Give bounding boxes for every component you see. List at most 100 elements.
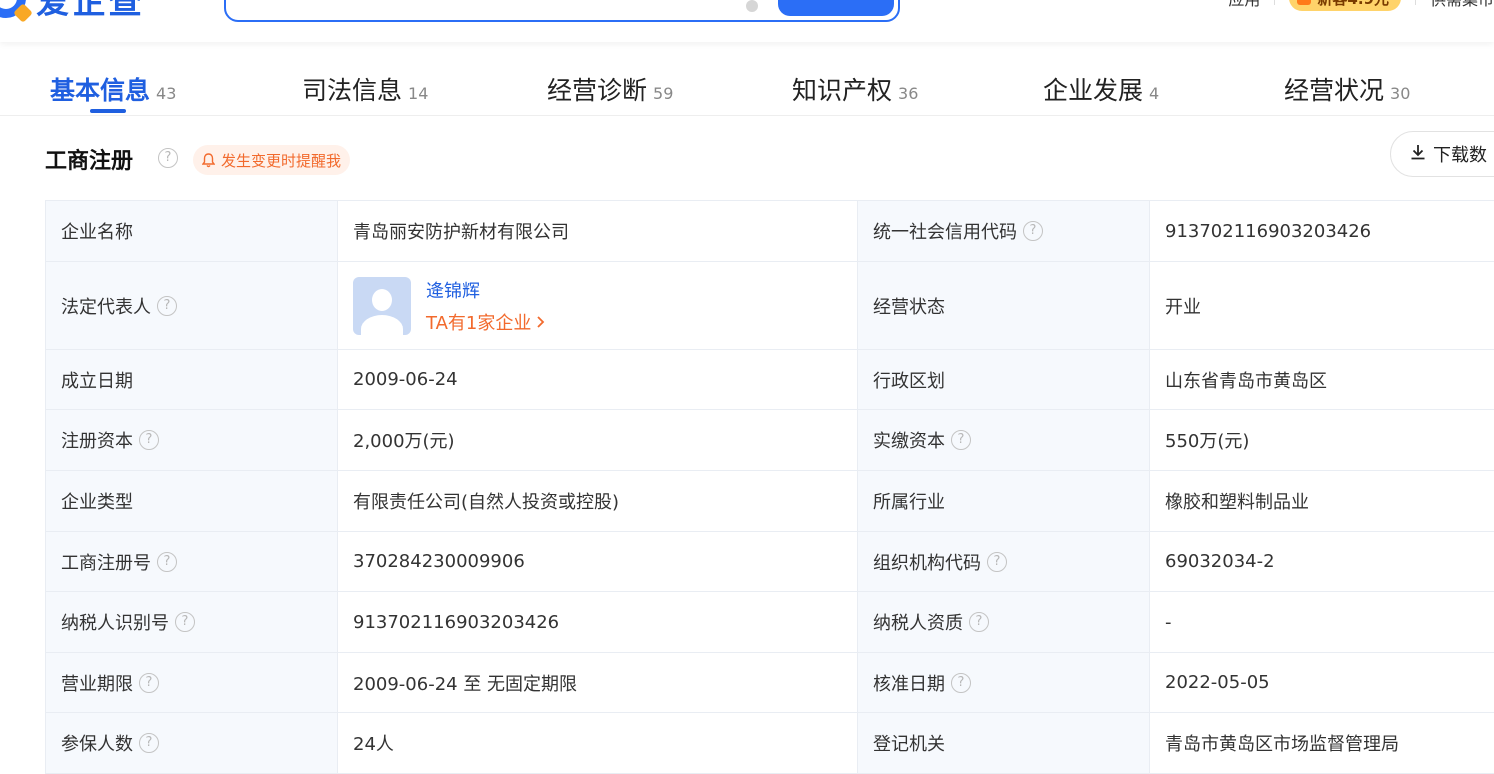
credit-code-value: 91370211690320342​6 xyxy=(1150,201,1494,262)
cell-label: 参保人数? xyxy=(46,713,338,774)
top-header: 爱企查 应用 新客4.9元 供需集市 xyxy=(0,0,1494,42)
company-name-value: 青岛丽安防护新材有限公司 xyxy=(338,201,858,262)
cell-label: 实缴资本? xyxy=(858,410,1150,471)
cell-label: 工商注册号? xyxy=(46,532,338,592)
tab-label: 知识产权 xyxy=(792,71,892,107)
table-row: 法定代表人? 逄锦辉 TA有1家企业 经营状态 开业 xyxy=(46,262,1494,350)
change-alert-button[interactable]: 发生变更时提醒我 xyxy=(193,145,350,175)
cell-label: 统一社会信用代码? xyxy=(858,201,1150,262)
cell-value: 69032034-2 xyxy=(1150,532,1494,592)
tab-judicial-info[interactable]: 司法信息 14 xyxy=(302,71,428,107)
alert-label: 发生变更时提醒我 xyxy=(221,150,341,171)
tab-count: 59 xyxy=(653,84,673,103)
tab-label: 经营状况 xyxy=(1284,71,1384,107)
active-tab-indicator xyxy=(90,109,126,113)
help-icon[interactable]: ? xyxy=(139,733,159,753)
chevron-right-icon xyxy=(536,315,545,329)
cell-value: 2009-06-24 xyxy=(338,350,858,410)
promo-badge[interactable]: 新客4.9元 xyxy=(1289,0,1401,11)
help-icon[interactable]: ? xyxy=(1023,221,1043,241)
table-row: 企业名称 青岛丽安防护新材有限公司 统一社会信用代码? 913702116903… xyxy=(46,201,1494,262)
legal-rep-cell: 逄锦辉 TA有1家企业 xyxy=(338,262,858,350)
table-row: 纳税人识别号? 913702116903203426 纳税人资质? - xyxy=(46,592,1494,653)
cell-label: 成立日期 xyxy=(46,350,338,410)
table-row: 成立日期 2009-06-24 行政区划 山东省青岛市黄岛区 xyxy=(46,350,1494,410)
cell-value: - xyxy=(1150,592,1494,653)
table-row: 工商注册号? 370284230009906 组织机构代码? 69032034-… xyxy=(46,532,1494,592)
divider xyxy=(1415,0,1416,5)
cell-label: 企业类型 xyxy=(46,471,338,532)
download-label: 下载数 xyxy=(1433,141,1487,167)
cell-value: 2,000万(元) xyxy=(338,410,858,471)
cell-label: 企业名称 xyxy=(46,201,338,262)
help-icon[interactable]: ? xyxy=(951,430,971,450)
cell-label: 营业期限? xyxy=(46,653,338,713)
tab-count: 36 xyxy=(898,84,918,103)
cell-value: 山东省青岛市黄岛区 xyxy=(1150,350,1494,410)
table-row: 企业类型 有限责任公司(自然人投资或控股) 所属行业 橡胶和塑料制品业 xyxy=(46,471,1494,532)
cell-value: 24人 xyxy=(338,713,858,774)
status-value: 开业 xyxy=(1150,262,1494,350)
tab-count: 14 xyxy=(408,84,428,103)
cell-label: 组织机构代码? xyxy=(858,532,1150,592)
download-button[interactable]: 下载数 xyxy=(1390,131,1494,177)
cell-label: 核准日期? xyxy=(858,653,1150,713)
help-icon[interactable]: ? xyxy=(987,552,1007,572)
section-title: 工商注册 xyxy=(45,143,133,175)
tab-basic-info[interactable]: 基本信息 43 xyxy=(50,71,176,107)
help-icon[interactable]: ? xyxy=(139,430,159,450)
tab-count: 43 xyxy=(156,84,176,103)
avatar[interactable] xyxy=(353,277,411,335)
promo-label: 新客4.9元 xyxy=(1317,0,1389,9)
cell-value: 370284230009906 xyxy=(338,532,858,592)
cell-value: 913702116903203426 xyxy=(338,592,858,653)
tab-count: 30 xyxy=(1390,84,1410,103)
gift-icon xyxy=(1297,0,1311,5)
cell-value: 青岛市黄岛区市场监督管理局 xyxy=(1150,713,1494,774)
search-box[interactable] xyxy=(224,0,900,22)
nav-link-apps[interactable]: 应用 xyxy=(1228,0,1260,10)
download-icon xyxy=(1409,143,1427,166)
help-icon[interactable]: ? xyxy=(157,552,177,572)
cell-value: 有限责任公司(自然人投资或控股) xyxy=(338,471,858,532)
logo-icon xyxy=(0,0,26,18)
tab-count: 4 xyxy=(1149,84,1159,103)
divider xyxy=(1274,0,1275,5)
site-logo[interactable]: 爱企查 xyxy=(0,0,144,18)
help-icon[interactable]: ? xyxy=(969,612,989,632)
clear-icon[interactable] xyxy=(746,0,758,12)
table-row: 参保人数? 24人 登记机关 青岛市黄岛区市场监督管理局 xyxy=(46,713,1494,774)
cell-label: 注册资本? xyxy=(46,410,338,471)
cell-label: 登记机关 xyxy=(858,713,1150,774)
tab-business-diagnosis[interactable]: 经营诊断 59 xyxy=(547,71,673,107)
nav-link-market[interactable]: 供需集市 xyxy=(1430,0,1494,10)
detail-tabs: 基本信息 43 司法信息 14 经营诊断 59 知识产权 36 企业发展 4 经… xyxy=(0,42,1494,116)
help-icon[interactable]: ? xyxy=(157,296,177,316)
tab-operation-status[interactable]: 经营状况 30 xyxy=(1284,71,1410,107)
tab-development[interactable]: 企业发展 4 xyxy=(1043,71,1159,107)
help-icon[interactable]: ? xyxy=(175,612,195,632)
table-row: 营业期限? 2009-06-24 至 无固定期限 核准日期? 2022-05-0… xyxy=(46,653,1494,713)
tab-label: 经营诊断 xyxy=(547,71,647,107)
top-right-nav: 应用 新客4.9元 供需集市 xyxy=(1228,0,1494,10)
cell-label: 行政区划 xyxy=(858,350,1150,410)
cell-label: 所属行业 xyxy=(858,471,1150,532)
cell-label: 经营状态 xyxy=(858,262,1150,350)
tab-label: 基本信息 xyxy=(50,71,150,107)
tab-ip[interactable]: 知识产权 36 xyxy=(792,71,918,107)
related-companies-link[interactable]: TA有1家企业 xyxy=(426,309,545,335)
cell-label: 纳税人资质? xyxy=(858,592,1150,653)
cell-label: 纳税人识别号? xyxy=(46,592,338,653)
table-row: 注册资本? 2,000万(元) 实缴资本? 550万(元) xyxy=(46,410,1494,471)
registration-table: 企业名称 青岛丽安防护新材有限公司 统一社会信用代码? 913702116903… xyxy=(45,200,1494,774)
cell-value: 550万(元) xyxy=(1150,410,1494,471)
tab-label: 司法信息 xyxy=(302,71,402,107)
logo-text: 爱企查 xyxy=(36,0,144,23)
help-icon[interactable]: ? xyxy=(951,673,971,693)
legal-rep-name-link[interactable]: 逄锦辉 xyxy=(426,277,545,303)
cell-value: 橡胶和塑料制品业 xyxy=(1150,471,1494,532)
help-icon[interactable]: ? xyxy=(158,148,178,168)
cell-value: 2022-05-05 xyxy=(1150,653,1494,713)
help-icon[interactable]: ? xyxy=(139,673,159,693)
search-button[interactable] xyxy=(778,0,894,16)
